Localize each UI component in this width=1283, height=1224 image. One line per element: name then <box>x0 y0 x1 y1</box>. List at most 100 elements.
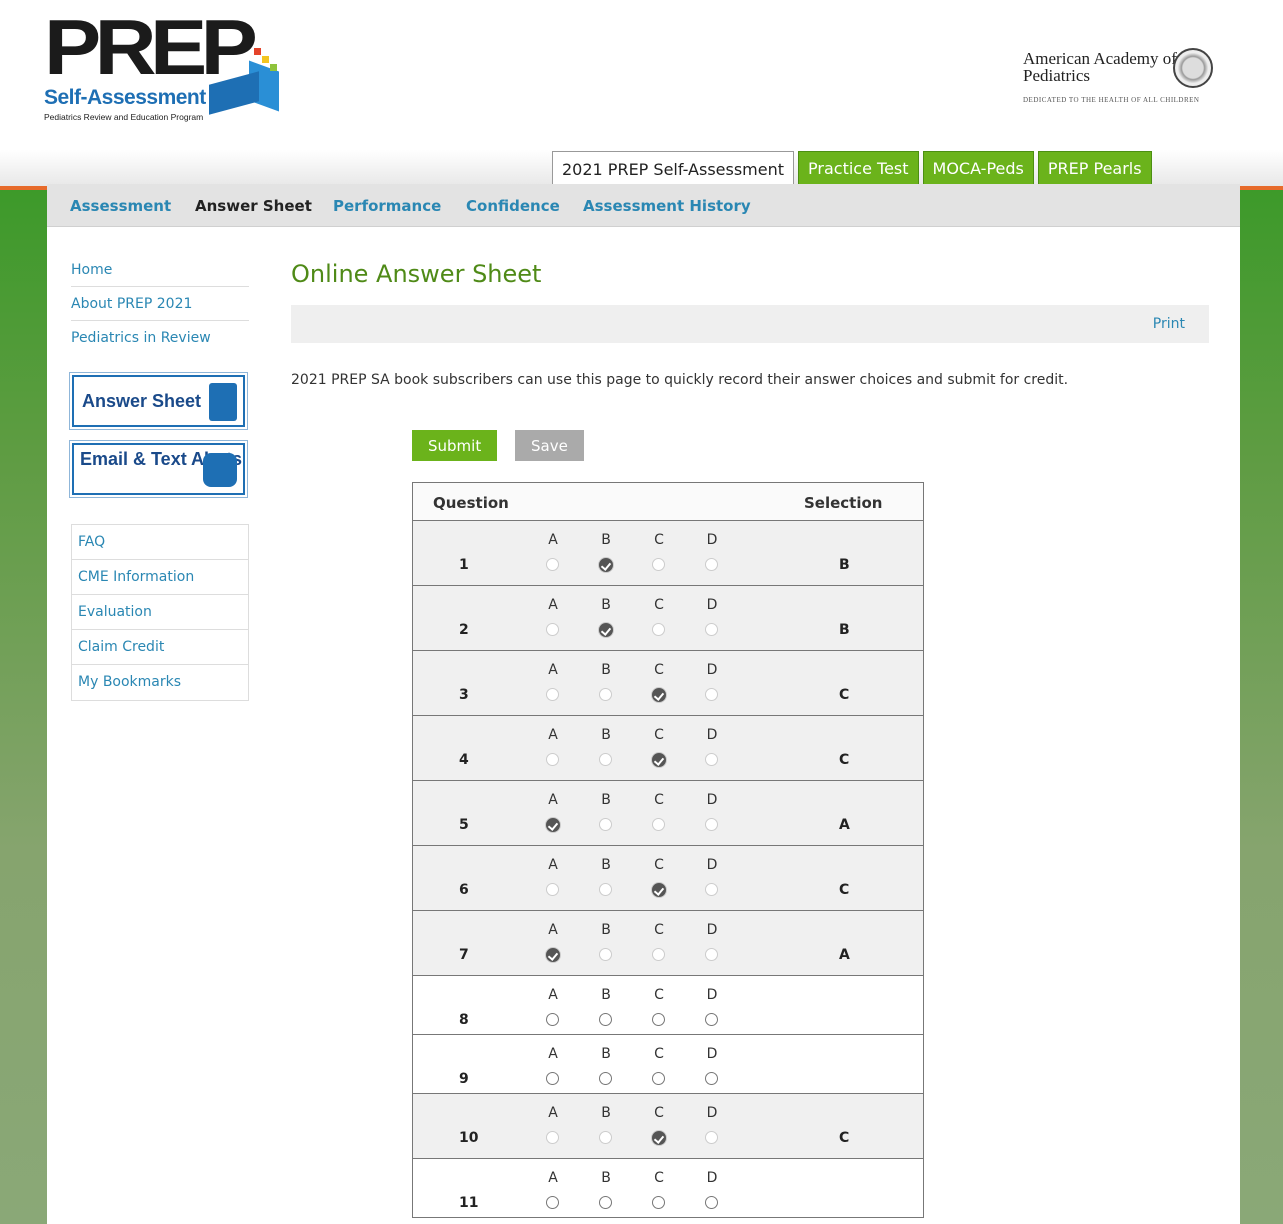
answer-radio[interactable] <box>651 1130 667 1146</box>
option-letter: B <box>601 987 611 1003</box>
option-letter: D <box>706 532 718 548</box>
answer-table: Question Selection 1 A B C D B 2 A B C D B 3 A B C D C 4 A B… <box>412 482 924 1218</box>
answer-option: D <box>702 781 722 845</box>
answer-radio[interactable] <box>652 558 665 571</box>
answer-radio[interactable] <box>652 1196 665 1209</box>
answer-option: A <box>543 521 563 585</box>
answer-option: C <box>649 1094 669 1158</box>
answer-radio[interactable] <box>705 688 718 701</box>
answer-radio[interactable] <box>546 883 559 896</box>
answer-radio[interactable] <box>705 948 718 961</box>
answer-radio[interactable] <box>652 623 665 636</box>
print-link[interactable]: Print <box>1153 316 1185 332</box>
answer-radio[interactable] <box>546 688 559 701</box>
answer-radio[interactable] <box>599 753 612 766</box>
option-letter: A <box>548 857 558 873</box>
answer-option: C <box>649 846 669 910</box>
answer-radio[interactable] <box>546 753 559 766</box>
subnav-answer-sheet[interactable]: Answer Sheet <box>195 197 312 215</box>
answer-radio[interactable] <box>705 1072 718 1085</box>
answer-radio[interactable] <box>705 1013 718 1026</box>
option-letter: D <box>706 1105 718 1121</box>
divider <box>71 286 249 287</box>
subnav-performance[interactable]: Performance <box>333 197 441 215</box>
answer-radio[interactable] <box>546 1196 559 1209</box>
submit-button[interactable]: Submit <box>412 430 498 461</box>
option-letter: C <box>654 532 664 548</box>
tab-practice-test[interactable]: Practice Test <box>798 151 919 184</box>
answer-radio[interactable] <box>705 558 718 571</box>
sidebar-item-evaluation[interactable]: Evaluation <box>72 595 248 630</box>
option-letter: A <box>548 922 558 938</box>
answer-radio[interactable] <box>598 557 614 573</box>
sidebar-link-home[interactable]: Home <box>71 262 112 278</box>
sidebar-item-cme[interactable]: CME Information <box>72 560 248 595</box>
answer-option: D <box>702 1159 722 1217</box>
answer-radio[interactable] <box>545 817 561 833</box>
subnav-assessment[interactable]: Assessment <box>70 197 171 215</box>
answer-option: A <box>543 781 563 845</box>
page-title: Online Answer Sheet <box>291 260 542 288</box>
answer-radio[interactable] <box>546 1013 559 1026</box>
save-button[interactable]: Save <box>515 430 584 461</box>
option-letter: C <box>654 987 664 1003</box>
answer-radio[interactable] <box>705 818 718 831</box>
sidebar-link-about[interactable]: About PREP 2021 <box>71 296 192 312</box>
tab-prep-self-assessment[interactable]: 2021 PREP Self-Assessment <box>552 151 795 186</box>
answer-radio[interactable] <box>599 1013 612 1026</box>
answer-radio[interactable] <box>546 558 559 571</box>
answer-radio[interactable] <box>599 688 612 701</box>
option-letter: D <box>706 922 718 938</box>
answer-option: D <box>702 716 722 780</box>
answer-radio[interactable] <box>705 1131 718 1144</box>
answer-radio[interactable] <box>652 1013 665 1026</box>
answer-radio[interactable] <box>705 623 718 636</box>
prep-logo[interactable]: PREP Self-Assessment Pediatrics Review a… <box>44 8 284 123</box>
sidebar-link-pediatrics-in-review[interactable]: Pediatrics in Review <box>71 330 211 346</box>
email-alerts-promo-button[interactable]: Email & Text Alerts <box>72 443 245 495</box>
answer-radio[interactable] <box>651 882 667 898</box>
option-letter: C <box>654 857 664 873</box>
answer-radio[interactable] <box>651 687 667 703</box>
answer-radio[interactable] <box>599 1196 612 1209</box>
toolbar: Print <box>291 305 1209 343</box>
answer-radio[interactable] <box>599 883 612 896</box>
logo-pixel <box>270 64 277 71</box>
answer-radio[interactable] <box>652 1072 665 1085</box>
answer-radio[interactable] <box>599 1072 612 1085</box>
answer-radio[interactable] <box>651 752 667 768</box>
tab-moca-peds[interactable]: MOCA-Peds <box>922 151 1034 184</box>
answer-radio[interactable] <box>652 818 665 831</box>
subnav-confidence[interactable]: Confidence <box>466 197 560 215</box>
tab-prep-pearls[interactable]: PREP Pearls <box>1037 151 1152 184</box>
answer-radio[interactable] <box>705 1196 718 1209</box>
table-row: 11 A B C D <box>413 1159 923 1218</box>
sidebar-item-claim-credit[interactable]: Claim Credit <box>72 630 248 665</box>
answer-radio[interactable] <box>652 948 665 961</box>
aap-name: American Academy of Pediatrics <box>1023 49 1177 85</box>
option-letter: B <box>601 1170 611 1186</box>
sidebar-item-bookmarks[interactable]: My Bookmarks <box>72 665 248 700</box>
logo-tagline: Pediatrics Review and Education Program <box>44 112 204 122</box>
answer-option: B <box>596 586 616 650</box>
answer-radio[interactable] <box>705 883 718 896</box>
answer-radio[interactable] <box>598 622 614 638</box>
answer-option: D <box>702 846 722 910</box>
answer-radio[interactable] <box>599 1131 612 1144</box>
bell-icon <box>203 453 237 487</box>
answer-radio[interactable] <box>546 623 559 636</box>
option-letter: D <box>706 662 718 678</box>
answer-option: C <box>649 651 669 715</box>
answer-radio[interactable] <box>599 948 612 961</box>
aap-logo[interactable]: American Academy of Pediatrics DEDICATED… <box>983 48 1243 108</box>
question-number: 7 <box>459 947 469 963</box>
answer-radio[interactable] <box>546 1072 559 1085</box>
answer-radio[interactable] <box>705 753 718 766</box>
subnav-assessment-history[interactable]: Assessment History <box>583 197 751 215</box>
answer-radio[interactable] <box>546 1131 559 1144</box>
answer-radio[interactable] <box>599 818 612 831</box>
sidebar-item-faq[interactable]: FAQ <box>72 525 248 560</box>
answer-sheet-promo-button[interactable]: Answer Sheet <box>72 375 245 427</box>
answer-radio[interactable] <box>545 947 561 963</box>
option-letter: C <box>654 727 664 743</box>
